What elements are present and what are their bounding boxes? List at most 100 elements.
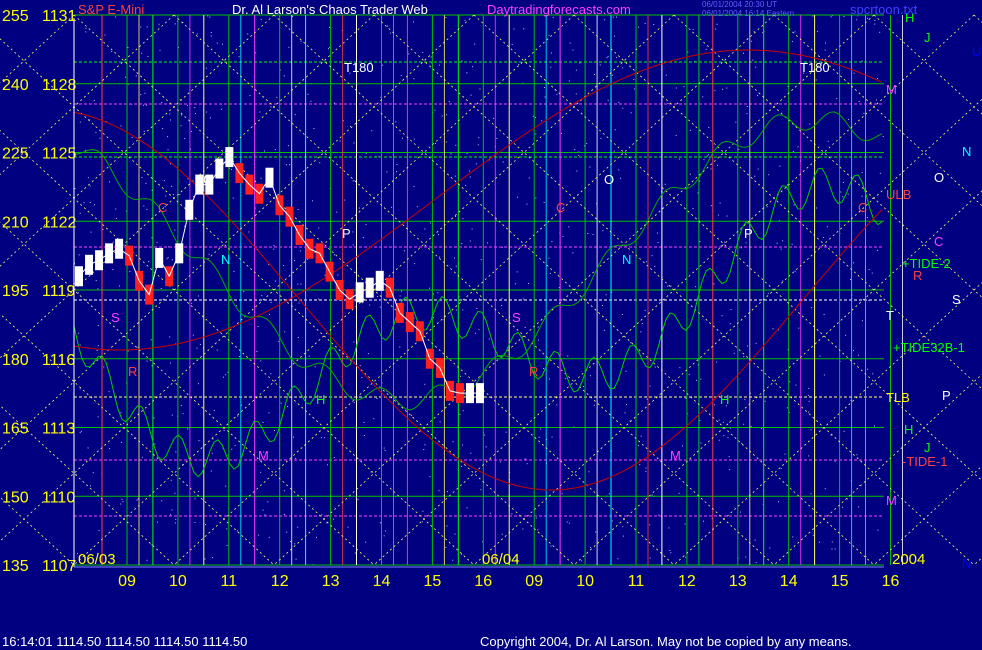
star <box>166 258 168 260</box>
star <box>705 48 707 50</box>
star <box>248 231 250 233</box>
y-tick-label: 225 <box>2 146 29 163</box>
star <box>260 18 262 20</box>
star <box>718 419 720 421</box>
star <box>847 193 849 195</box>
star <box>446 525 448 527</box>
star <box>221 108 222 110</box>
x-tick-label: 15 <box>831 573 849 590</box>
star <box>127 350 129 352</box>
star <box>137 498 139 500</box>
star <box>129 270 131 272</box>
right-label: S <box>952 292 961 307</box>
star <box>260 471 262 473</box>
star <box>713 283 715 285</box>
star <box>223 429 225 431</box>
star <box>274 429 275 431</box>
star <box>280 402 282 404</box>
star <box>462 444 464 446</box>
star <box>121 441 123 443</box>
star <box>754 175 756 177</box>
star <box>160 288 162 290</box>
star <box>478 329 480 331</box>
star <box>135 75 137 77</box>
star <box>874 23 876 25</box>
star <box>784 453 786 455</box>
y-tick-label: 135 <box>2 558 29 575</box>
star <box>484 434 486 436</box>
star <box>299 250 301 252</box>
star <box>644 23 646 25</box>
star <box>111 50 113 52</box>
star <box>422 510 424 512</box>
star <box>145 182 147 184</box>
star <box>268 536 270 538</box>
star <box>288 46 290 48</box>
star <box>683 86 685 88</box>
cycle-letter: C <box>158 200 167 215</box>
star <box>836 97 838 99</box>
star <box>438 490 440 492</box>
star <box>710 205 712 207</box>
star <box>599 64 601 66</box>
star <box>85 27 87 29</box>
cycle-letter: R <box>128 364 137 379</box>
star <box>108 448 110 450</box>
star <box>700 378 702 380</box>
star <box>170 163 172 165</box>
star <box>543 202 545 204</box>
star <box>824 49 826 51</box>
star <box>654 265 656 267</box>
star <box>142 104 144 106</box>
star <box>879 31 881 33</box>
star <box>108 391 110 393</box>
star <box>184 138 186 140</box>
star <box>124 76 126 78</box>
star <box>212 438 214 440</box>
star <box>376 397 378 399</box>
star <box>319 162 321 164</box>
star <box>141 177 143 179</box>
star <box>136 499 138 501</box>
star <box>808 455 810 457</box>
y-tick-label: 180 <box>2 352 29 369</box>
star <box>413 138 415 140</box>
star <box>361 376 363 378</box>
star <box>772 328 774 330</box>
star <box>568 522 570 524</box>
star <box>352 180 354 182</box>
star <box>80 430 82 432</box>
star <box>567 355 569 357</box>
cycle-letter: M <box>670 448 681 463</box>
site-link[interactable]: Daytradingforecasts.com <box>487 2 631 17</box>
star <box>320 437 322 439</box>
star <box>638 26 640 28</box>
star <box>475 332 477 334</box>
star <box>516 271 518 273</box>
cycle-letter: R <box>529 364 538 379</box>
star <box>593 74 595 76</box>
star <box>692 208 694 210</box>
star <box>782 240 784 242</box>
star <box>543 87 545 89</box>
star <box>232 197 234 199</box>
star <box>190 130 192 132</box>
star <box>754 539 756 541</box>
star <box>614 35 616 37</box>
star <box>873 425 875 427</box>
cycle-letter: S <box>111 310 120 325</box>
star <box>270 106 272 108</box>
star <box>618 101 620 103</box>
star <box>167 136 169 138</box>
star <box>638 445 640 447</box>
star <box>755 342 757 344</box>
star <box>283 265 285 267</box>
star <box>205 111 207 113</box>
star <box>273 245 275 247</box>
star <box>755 562 757 564</box>
star <box>527 282 529 284</box>
star <box>535 517 537 519</box>
star <box>363 421 365 423</box>
star <box>715 28 717 30</box>
star <box>186 104 188 106</box>
